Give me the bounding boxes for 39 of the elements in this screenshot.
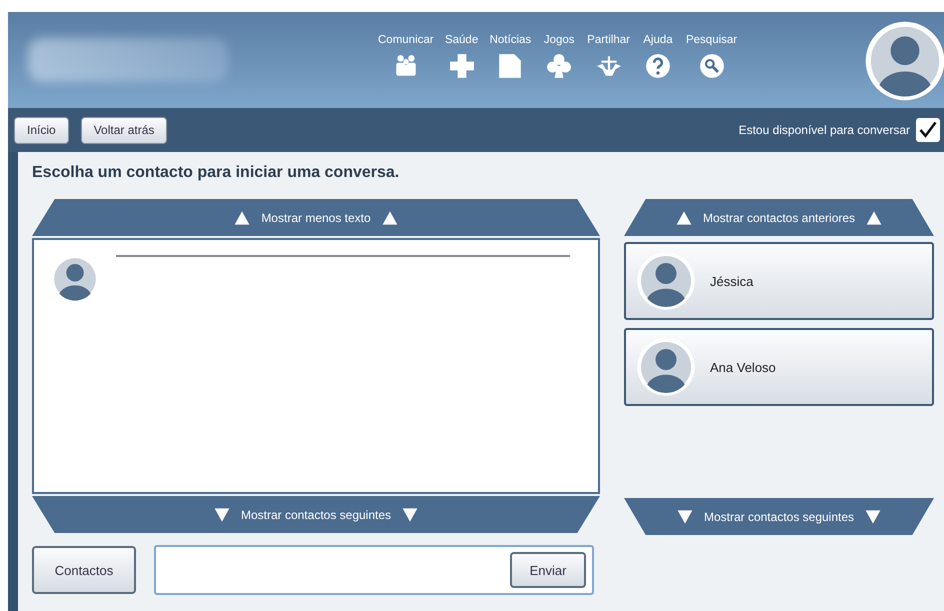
message-field[interactable]: Enviar (154, 545, 594, 595)
nav-item[interactable]: Notícias (490, 34, 532, 79)
up-triangle-icon (865, 210, 884, 226)
availability-checkbox[interactable] (916, 118, 940, 142)
show-less-button[interactable]: Mostrar menos texto (32, 199, 600, 236)
help-icon (644, 53, 671, 79)
toolbar-button[interactable]: Início (14, 116, 69, 144)
up-triangle-icon (233, 210, 252, 226)
show-next-button[interactable]: Mostrar contactos seguintes (32, 496, 600, 533)
contact-card[interactable]: Ana Veloso (624, 328, 934, 406)
up-triangle-icon (380, 210, 399, 226)
nav-item[interactable]: Jogos (541, 34, 578, 79)
down-triangle-icon (212, 506, 231, 522)
contact-name: Jéssica (710, 274, 754, 288)
show-next-button[interactable]: Mostrar contactos seguintes (624, 498, 934, 535)
contact-card[interactable]: Jéssica (624, 242, 934, 320)
up-triangle-icon (674, 210, 693, 226)
avatar-icon (636, 337, 696, 397)
nav-item[interactable]: Ajuda (640, 34, 676, 79)
show-previous-button[interactable]: Mostrar contactos anteriores (624, 199, 934, 236)
nav-item[interactable]: Saúde (444, 34, 480, 79)
search-icon (698, 53, 725, 79)
plus-icon (448, 53, 475, 79)
nav-item[interactable]: Comunicar (378, 34, 434, 79)
club-icon (546, 53, 572, 79)
availability-label: Estou disponível para conversar (738, 123, 910, 137)
document-icon (497, 53, 524, 79)
down-triangle-icon (401, 506, 420, 522)
avatar-icon (636, 251, 696, 311)
contacts-button[interactable]: Contactos (32, 546, 136, 594)
avatar-icon (864, 20, 944, 102)
send-button[interactable]: Enviar (510, 552, 586, 588)
nav-item[interactable]: Pesquisar (686, 34, 738, 79)
down-triangle-icon (864, 508, 882, 524)
down-triangle-icon (676, 508, 694, 524)
page-title: Escolha um contacto para iniciar uma conversa. (32, 164, 400, 182)
contact-name: Ana Veloso (710, 360, 776, 374)
nav-item[interactable]: Partilhar (587, 34, 630, 79)
toolbar-button[interactable]: Voltar atrás (80, 116, 168, 144)
